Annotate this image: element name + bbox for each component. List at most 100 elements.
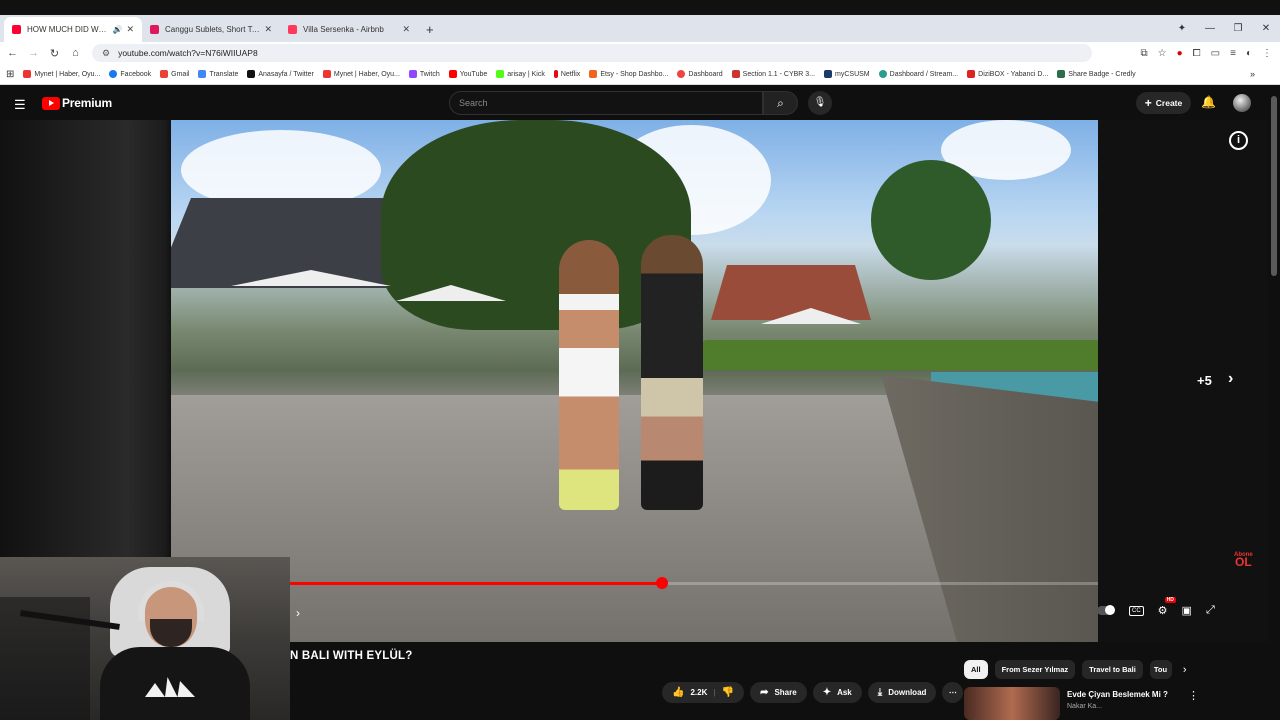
logo-text: Premium [62,96,112,110]
extensions-icon[interactable]: ⧠ [1193,48,1201,59]
search-button[interactable]: ⌕ [763,91,798,115]
recommended-title[interactable]: Evde Çiyan Beslemek Mi ? [1067,690,1168,699]
close-window-icon[interactable]: ✕ [1252,23,1280,34]
more-actions-button[interactable]: ⋯ [942,682,964,703]
minimize-icon[interactable]: — [1196,23,1224,34]
progress-bar[interactable] [290,577,1098,589]
chevron-right-icon[interactable]: › [1228,370,1233,388]
profile-avatar-icon[interactable]: ◐ [1246,48,1252,59]
speaker-icon[interactable]: 🔊 [112,25,122,34]
apps-grid-icon[interactable]: ⊞ [6,69,14,80]
ask-button[interactable]: ✦ Ask [812,682,862,703]
settings-gear-icon[interactable]: ⚙ HD [1158,597,1176,617]
progress-scrubber[interactable] [655,577,668,589]
chips-next-chevron-icon[interactable]: › [1183,664,1187,676]
bookmark-favicon-icon [677,70,686,78]
bookmark-star-icon[interactable]: ☆ [1158,48,1167,59]
close-tab-icon[interactable]: ✕ [264,24,272,35]
thumbs-down-icon[interactable]: 👎 [722,687,734,698]
bookmark-item[interactable]: Etsy - Shop Dashbo... [589,70,668,78]
tab-airbnb[interactable]: Villa Sersenka - Airbnb ✕ [280,17,418,42]
recommended-thumbnail[interactable] [964,687,1060,720]
subtitles-cc-icon[interactable]: CC [1129,605,1144,616]
forward-arrow-icon[interactable]: → [23,47,44,59]
new-tab-button[interactable]: + [426,17,434,42]
recommended-video[interactable]: Evde Çiyan Beslemek Mi ? Nakar Ka... ⋮ [964,687,1264,720]
bookmark-item[interactable]: DiziBOX - Yabanci D... [967,70,1048,78]
site-info-icon[interactable]: ⚙ [102,48,110,59]
maximize-icon[interactable]: ❐ [1224,23,1252,34]
like-count: 2.2K [690,688,708,697]
chip-all[interactable]: All [964,660,988,679]
video-frame[interactable] [171,120,1098,642]
channel-watermark[interactable]: Abone OL [1234,552,1253,568]
chip-travel-to-bali[interactable]: Travel to Bali [1082,660,1143,679]
bookmark-item[interactable]: Anasayfa / Twitter [247,70,314,78]
more-cards-count[interactable]: +5 [1197,373,1212,388]
red-tile-roof [711,265,871,320]
more-horizontal-icon: ⋯ [948,688,957,697]
like-dislike-button[interactable]: 👍 2.2K | 👎 [662,682,745,703]
bookmark-item[interactable]: Gmail [160,70,189,78]
create-button[interactable]: + Create [1136,92,1191,114]
bookmark-favicon-icon [160,70,169,78]
bookmark-item[interactable]: Dashboard / Stream... [878,70,958,78]
chip-tours[interactable]: Tou [1149,660,1172,679]
streamer-webcam-overlay [0,557,290,720]
bookmark-favicon-icon [23,70,32,78]
tab-canggu-sublets[interactable]: Canggu Sublets, Short Term Re ✕ [142,17,280,42]
youtube-premium-logo[interactable]: Premium [42,96,112,110]
notifications-bell-icon[interactable]: 🔔 [1201,95,1216,109]
gemini-icon[interactable]: ✦ [1168,23,1196,34]
bookmark-item[interactable]: Twitch [408,70,440,78]
bookmark-item[interactable]: Mynet | Haber, Oyu... [23,70,100,78]
account-avatar[interactable] [1233,94,1251,112]
bookmark-item[interactable]: YouTube [448,70,487,78]
opera-extension-icon[interactable]: ● [1177,48,1183,59]
bookmark-item[interactable]: Translate [198,70,238,78]
page-scrollbar[interactable] [1268,86,1280,720]
bookmark-item[interactable]: myCSUSM [824,70,870,78]
share-button[interactable]: ➦ Share [750,682,807,703]
chapter-chevron-icon[interactable]: › [296,606,300,620]
bookmark-favicon-icon [496,70,505,78]
info-icon[interactable]: i [1229,131,1248,150]
fullscreen-icon[interactable]: ⤢ [1206,604,1215,617]
reload-icon[interactable]: ↻ [44,47,65,60]
install-app-icon[interactable]: ⧉ [1141,48,1148,59]
voice-search-button[interactable]: 🎙 [808,91,832,115]
bookmark-item[interactable]: Mynet | Haber, Oyu... [322,70,400,78]
miniplayer-icon[interactable]: ▣ [1182,604,1192,617]
autoplay-toggle[interactable] [1097,605,1115,615]
hamburger-menu-icon[interactable]: ☰ [14,97,26,113]
thumbs-up-icon[interactable]: 👍 [672,687,684,698]
scrollbar-thumb[interactable] [1271,96,1277,276]
home-icon[interactable]: ⌂ [65,47,86,59]
media-controls-icon[interactable]: ≡ [1230,48,1236,59]
bookmark-favicon-icon [322,70,331,78]
search-input[interactable]: Search [449,91,763,115]
plus-icon: + [1144,96,1152,110]
close-tab-icon[interactable]: ✕ [126,24,134,35]
split-view-icon[interactable]: ▭ [1211,48,1220,59]
recommended-channel[interactable]: Nakar Ka... [1067,703,1102,710]
url-text: youtube.com/watch?v=N76iWIIUAP8 [118,48,258,58]
back-arrow-icon[interactable]: ← [2,47,23,59]
bookmark-item[interactable]: Netflix [553,70,580,78]
bookmark-item[interactable]: Dashboard [677,70,723,78]
youtube-play-icon [42,96,60,110]
bookmark-item[interactable]: arisay | Kick [496,70,545,78]
bookmark-item[interactable]: Section 1.1 - CYBR 3... [731,70,815,78]
create-label: Create [1155,98,1183,108]
tab-youtube-video[interactable]: HOW MUCH DID WE SPEN 🔊 ✕ [4,17,142,42]
menu-kebab-icon[interactable]: ⋮ [1262,48,1272,59]
recommended-menu-icon[interactable]: ⋮ [1188,689,1199,702]
chip-from-channel[interactable]: From Sezer Yılmaz [994,660,1076,679]
bookmark-item[interactable]: Share Badge - Credly [1057,70,1136,78]
close-tab-icon[interactable]: ✕ [402,24,410,35]
address-bar[interactable]: ⚙ youtube.com/watch?v=N76iWIIUAP8 [92,44,1092,62]
more-bookmarks-icon[interactable]: » [1250,69,1255,79]
airbnb-favicon-icon [288,25,297,34]
bookmark-item[interactable]: Facebook [109,70,151,78]
download-button[interactable]: ⤓ Download [867,682,937,703]
